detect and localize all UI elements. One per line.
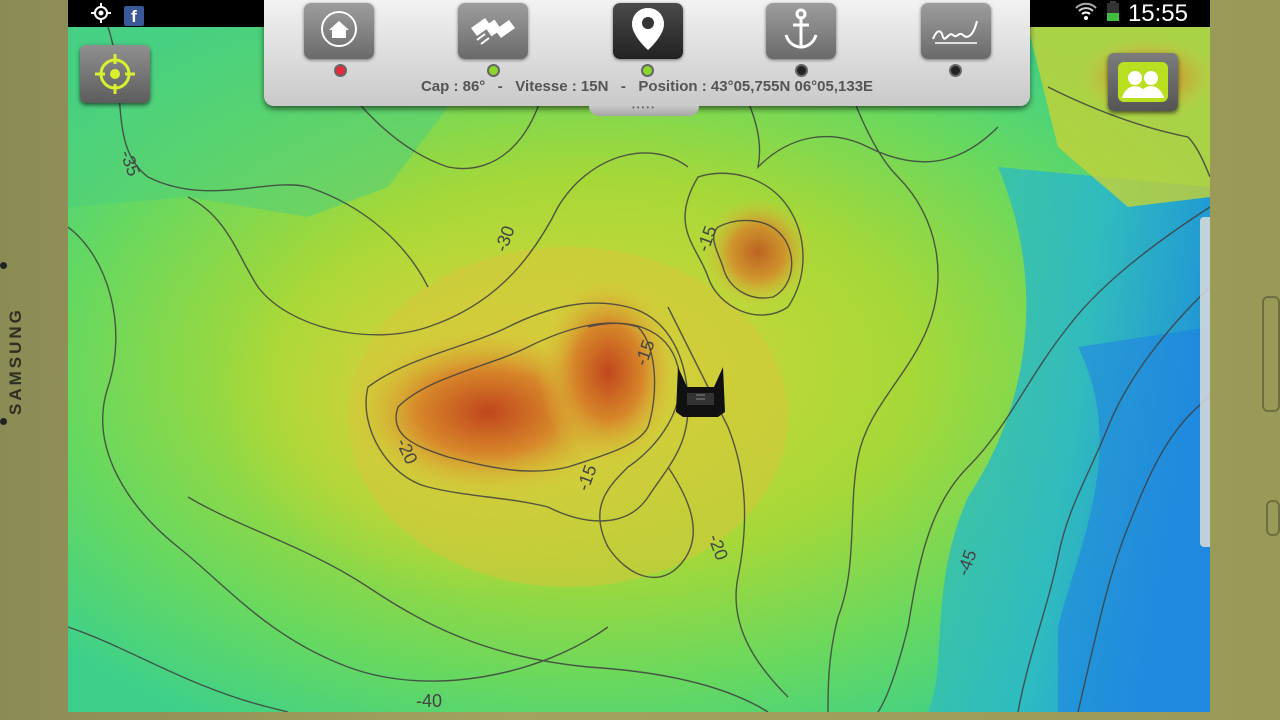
anchor-status-led [795, 64, 808, 77]
signature-icon [929, 9, 983, 54]
home-button[interactable] [304, 3, 374, 59]
route-status-led [949, 64, 962, 77]
route-button[interactable] [921, 3, 991, 59]
clock: 15:55 [1127, 0, 1188, 27]
hardware-home-key[interactable] [1262, 296, 1280, 412]
satellite-icon [467, 8, 519, 55]
tablet-frame: SAMSUNG f 15:55 -35 -30 -15 -15 -20 -15 … [0, 0, 1280, 720]
screen: f 15:55 -35 -30 -15 -15 -20 -15 -20 -45 … [68, 0, 1210, 712]
facebook-icon: f [124, 5, 144, 26]
brand-label: SAMSUNG [6, 307, 25, 415]
map-pin-icon [630, 6, 666, 57]
hardware-back-key[interactable] [1266, 500, 1280, 536]
community-button[interactable] [1108, 53, 1178, 111]
battery-icon [1106, 0, 1120, 27]
anchor-icon [781, 7, 821, 56]
sensor-dot [0, 262, 7, 269]
depth-label: -40 [416, 691, 442, 711]
navigation-info-text: Cap : 86° - Vitesse : 15N - Position : 4… [420, 78, 874, 95]
wifi-icon [1074, 0, 1098, 27]
gps-icon [90, 2, 112, 29]
satellite-status-led [487, 64, 500, 77]
navigation-toolbar: Cap : 86° - Vitesse : 15N - Position : 4… [264, 0, 1030, 116]
position-status-led [641, 64, 654, 77]
sensor-dot [0, 418, 7, 425]
toolbar-pull-handle[interactable]: ••••• [589, 104, 699, 116]
side-panel-handle[interactable] [1200, 217, 1210, 547]
center-location-button[interactable] [80, 45, 150, 103]
anchor-button[interactable] [766, 3, 836, 59]
users-icon [1116, 60, 1170, 104]
home-icon [319, 9, 359, 54]
bathymetry-map[interactable]: -35 -30 -15 -15 -20 -15 -20 -45 -40 [68, 27, 1210, 712]
crosshair-icon [93, 52, 137, 96]
position-button[interactable] [613, 3, 683, 59]
satellite-button[interactable] [458, 3, 528, 59]
home-status-led [334, 64, 347, 77]
